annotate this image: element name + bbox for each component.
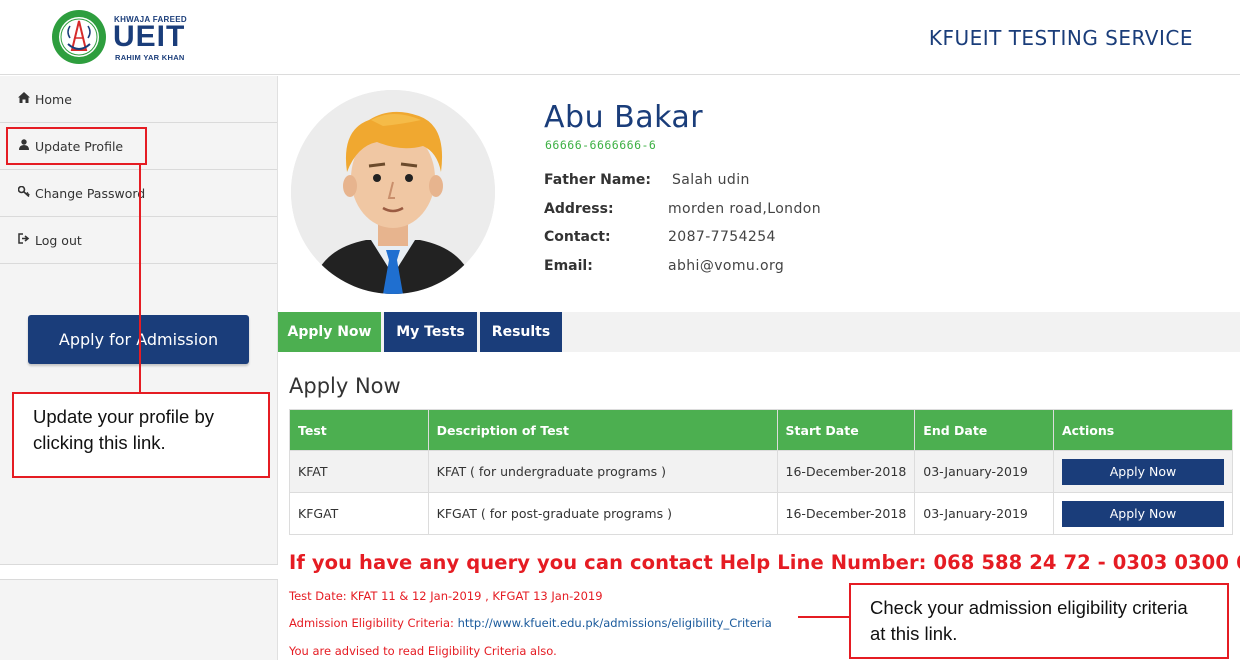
eligibility-callout: Check your admission eligibility criteri…	[849, 583, 1229, 659]
profile-callout: Update your profile by clicking this lin…	[12, 392, 270, 478]
callout-connector-line	[798, 616, 850, 618]
address-value: morden road,London	[668, 201, 821, 217]
section-title: Apply Now	[289, 374, 401, 398]
cell-test: KFAT	[289, 450, 429, 493]
test-date-notice: Test Date: KFAT 11 & 12 Jan-2019 , KFGAT…	[289, 589, 603, 603]
profile-cnic: 66666-6666666-6	[545, 138, 657, 152]
eligibility-link[interactable]: http://www.kfueit.edu.pk/admissions/elig…	[458, 616, 772, 630]
table-row: KFAT KFAT ( for undergraduate programs )…	[289, 450, 1234, 493]
sidebar-divider	[0, 564, 278, 580]
contact-value: 2087-7754254	[668, 229, 776, 245]
col-header-end-date: End Date	[914, 409, 1054, 451]
university-logo[interactable]: KHWAJA FAREED UEIT RAHIM YAR KHAN	[50, 8, 190, 68]
logo-seal-icon	[52, 10, 106, 64]
sidebar-item-label: Change Password	[35, 185, 146, 201]
cell-actions: Apply Now	[1052, 492, 1234, 535]
key-icon	[17, 185, 31, 200]
cell-test: KFGAT	[289, 492, 429, 535]
father-name-label: Father Name:	[544, 172, 651, 188]
col-header-description: Description of Test	[427, 409, 778, 451]
cell-description: KFAT ( for undergraduate programs )	[427, 450, 778, 493]
update-profile-highlight	[6, 127, 147, 165]
logout-icon	[17, 233, 31, 247]
table-header-row: Test Description of Test Start Date End …	[289, 409, 1234, 451]
col-header-actions: Actions	[1052, 409, 1234, 451]
email-value: abhi@vomu.org	[668, 258, 785, 274]
cell-description: KFGAT ( for post-graduate programs )	[427, 492, 778, 535]
eligibility-label: Admission Eligibility Criteria:	[289, 616, 454, 630]
cell-actions: Apply Now	[1052, 450, 1234, 493]
eligibility-notice: Admission Eligibility Criteria: http://w…	[289, 616, 772, 630]
email-label: Email:	[544, 258, 593, 274]
header: KHWAJA FAREED UEIT RAHIM YAR KHAN KFUEIT…	[0, 0, 1240, 75]
sidebar-item-home[interactable]: Home	[0, 76, 277, 123]
profile-avatar	[291, 90, 495, 294]
contact-label: Contact:	[544, 229, 611, 245]
sidebar-item-label: Home	[35, 91, 72, 107]
address-label: Address:	[544, 201, 614, 217]
sidebar-item-label: Log out	[35, 232, 82, 248]
cell-start-date: 16-December-2018	[776, 492, 916, 535]
cell-start-date: 16-December-2018	[776, 450, 916, 493]
logo-sub-text: RAHIM YAR KHAN	[115, 53, 185, 62]
cell-end-date: 03-January-2019	[914, 450, 1054, 493]
helpline-notice: If you have any query you can contact He…	[289, 551, 1240, 574]
tab-results[interactable]: Results	[480, 312, 562, 352]
tab-apply-now[interactable]: Apply Now	[278, 312, 381, 352]
service-title: KFUEIT TESTING SERVICE	[928, 26, 1193, 50]
logo-main-text: UEIT	[113, 20, 186, 53]
tabs-bar: Apply Now My Tests Results	[278, 312, 1240, 352]
home-icon	[17, 92, 31, 106]
callout-connector-line	[139, 165, 141, 393]
tests-table: Test Description of Test Start Date End …	[289, 409, 1234, 535]
cell-end-date: 03-January-2019	[914, 492, 1054, 535]
apply-now-button[interactable]: Apply Now	[1061, 458, 1224, 485]
col-header-start-date: Start Date	[776, 409, 916, 451]
table-row: KFGAT KFGAT ( for post-graduate programs…	[289, 492, 1234, 535]
col-header-test: Test	[289, 409, 429, 451]
profile-name: Abu Bakar	[544, 100, 704, 135]
tab-my-tests[interactable]: My Tests	[384, 312, 477, 352]
apply-now-button[interactable]: Apply Now	[1061, 500, 1224, 527]
advice-notice: You are advised to read Eligibility Crit…	[289, 644, 557, 658]
father-name-value: Salah udin	[672, 172, 750, 188]
